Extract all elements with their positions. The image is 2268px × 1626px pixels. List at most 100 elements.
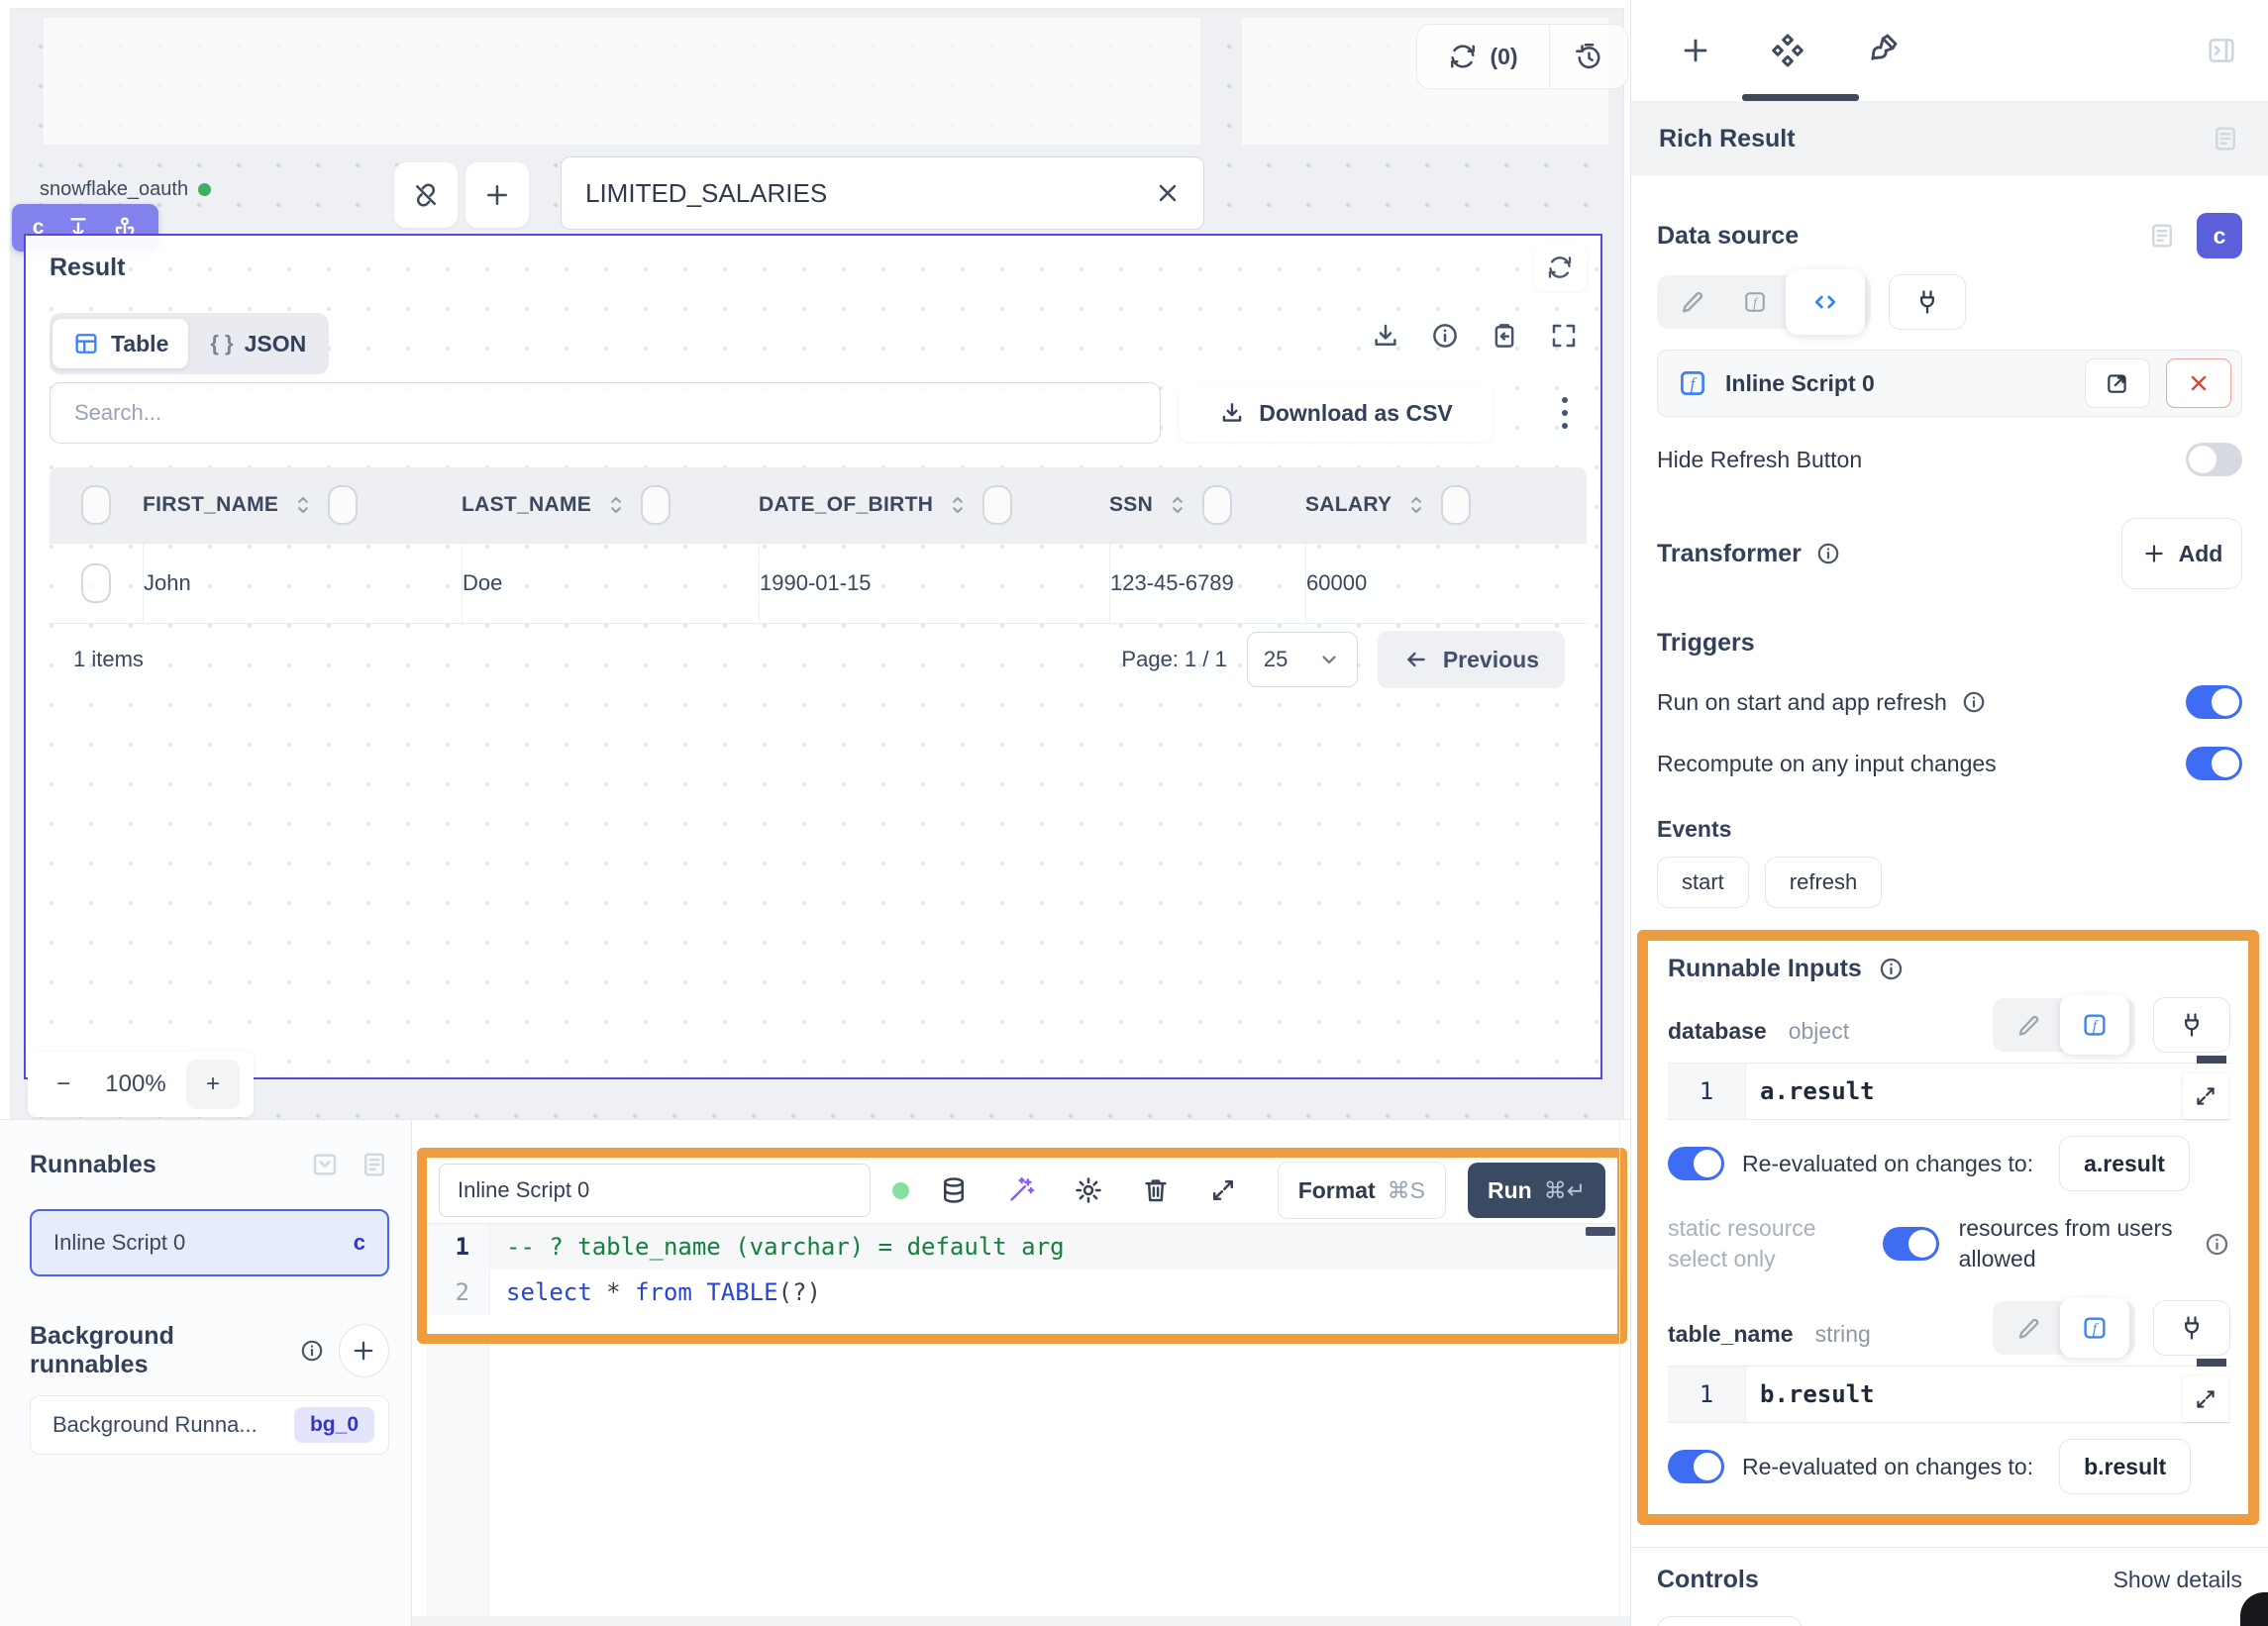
mode-function-button[interactable]: f bbox=[2060, 995, 2129, 1055]
column-checkbox[interactable] bbox=[328, 485, 358, 525]
run-button[interactable]: Run ⌘↵ bbox=[1468, 1163, 1605, 1218]
background-runnable-item[interactable]: Background Runna... bg_0 bbox=[30, 1395, 389, 1455]
rich-result-component[interactable]: Result Table { } JSON bbox=[24, 234, 1602, 1079]
mode-function-button[interactable]: f bbox=[2060, 1298, 2129, 1358]
resources-from-users-toggle[interactable] bbox=[1883, 1227, 1939, 1261]
show-details-link[interactable]: Show details bbox=[2113, 1567, 2242, 1593]
trash-icon[interactable] bbox=[1141, 1175, 1171, 1205]
code-line-2[interactable]: 2 select * from TABLE(?) bbox=[427, 1270, 1617, 1315]
code-line-1[interactable]: 1 -- ? table_name (varchar) = default ar… bbox=[427, 1224, 1617, 1270]
docs-icon[interactable] bbox=[2147, 221, 2177, 251]
collapse-runnables-icon[interactable] bbox=[310, 1150, 340, 1179]
sort-icon[interactable] bbox=[603, 492, 629, 518]
search-input[interactable] bbox=[72, 399, 1138, 427]
dependency-chip[interactable]: b.result bbox=[2059, 1439, 2191, 1494]
expand-expression-icon[interactable] bbox=[2183, 1073, 2228, 1119]
table-row[interactable]: John Doe 1990-01-15 123-45-6789 60000 bbox=[50, 543, 1587, 623]
clear-field-icon[interactable] bbox=[1154, 179, 1182, 207]
mode-static-button[interactable] bbox=[1999, 998, 2060, 1052]
add-component-tab[interactable] bbox=[1679, 34, 1712, 67]
column-checkbox[interactable] bbox=[1202, 485, 1232, 525]
runnables-doc-icon[interactable] bbox=[360, 1150, 389, 1179]
mode-static-button[interactable] bbox=[1663, 275, 1724, 329]
event-chip-refresh[interactable]: refresh bbox=[1765, 857, 1882, 908]
mode-static-button[interactable] bbox=[1999, 1301, 2060, 1355]
table-icon bbox=[72, 330, 100, 357]
tab-json[interactable]: { } JSON bbox=[190, 319, 326, 368]
zoom-in-button[interactable]: + bbox=[186, 1060, 240, 1109]
expand-expression-icon[interactable] bbox=[2183, 1376, 2228, 1422]
collapse-panel-icon[interactable] bbox=[2205, 34, 2238, 67]
runnable-inputs-title: Runnable Inputs bbox=[1668, 955, 1862, 983]
zoom-out-button[interactable]: − bbox=[42, 1070, 85, 1098]
connect-input-button[interactable] bbox=[2153, 997, 2230, 1053]
download-icon[interactable] bbox=[1371, 321, 1400, 351]
input-expression-editor[interactable]: 1 a.result bbox=[1668, 1063, 2230, 1120]
script-name-input[interactable] bbox=[456, 1176, 854, 1204]
recompute-toggle[interactable] bbox=[2186, 747, 2242, 780]
table-footer: 1 items Page: 1 / 1 25 bbox=[50, 623, 1587, 695]
connect-input-button[interactable] bbox=[2153, 1300, 2230, 1356]
runnables-title: Runnables bbox=[30, 1151, 310, 1179]
table-name-input[interactable] bbox=[583, 177, 1142, 210]
styles-tab[interactable] bbox=[1863, 33, 1899, 68]
open-script-button[interactable] bbox=[2085, 358, 2150, 408]
runnable-item-inline-script-0[interactable]: Inline Script 0 c bbox=[30, 1209, 389, 1276]
expand-editor-icon[interactable] bbox=[1208, 1175, 1238, 1205]
reevaluate-toggle[interactable] bbox=[1668, 1450, 1724, 1483]
refresh-runs-button[interactable]: (0) bbox=[1417, 25, 1549, 88]
download-csv-button[interactable]: Download as CSV bbox=[1179, 384, 1494, 442]
select-all-checkbox[interactable] bbox=[81, 485, 111, 525]
copy-result-icon[interactable] bbox=[1490, 321, 1519, 351]
svg-text:f: f bbox=[2093, 1019, 2099, 1035]
remove-source-button[interactable] bbox=[2166, 358, 2231, 408]
hide-refresh-toggle[interactable] bbox=[2186, 443, 2242, 476]
fullscreen-icon[interactable] bbox=[1549, 321, 1579, 351]
unlink-button[interactable] bbox=[394, 162, 458, 228]
page-size-value: 25 bbox=[1264, 647, 1288, 672]
sort-icon[interactable] bbox=[1403, 492, 1429, 518]
transformer-title: Transformer bbox=[1657, 540, 1802, 568]
mode-function-button[interactable]: f bbox=[1724, 275, 1786, 329]
placeholder-component-1[interactable] bbox=[44, 18, 1200, 145]
event-chip-start[interactable]: start bbox=[1657, 857, 1749, 908]
mode-code-button[interactable] bbox=[1786, 269, 1865, 335]
line-number: 2 bbox=[427, 1270, 490, 1315]
history-button[interactable] bbox=[1549, 25, 1627, 88]
component-ref-label: snowflake_oauth bbox=[40, 178, 211, 201]
column-checkbox[interactable] bbox=[641, 485, 670, 525]
database-icon[interactable] bbox=[939, 1175, 969, 1205]
add-field-button[interactable] bbox=[465, 162, 529, 228]
column-checkbox[interactable] bbox=[982, 485, 1012, 525]
previous-page-button[interactable]: Previous bbox=[1378, 631, 1565, 688]
sort-icon[interactable] bbox=[1165, 492, 1190, 518]
info-icon[interactable] bbox=[1430, 321, 1460, 351]
format-button[interactable]: Format ⌘S bbox=[1278, 1162, 1446, 1219]
docs-icon[interactable] bbox=[2211, 124, 2240, 153]
column-checkbox[interactable] bbox=[1441, 485, 1471, 525]
setvalue-chip[interactable]: setValue bbox=[1657, 1616, 1803, 1626]
tab-json-label: JSON bbox=[245, 331, 307, 357]
data-source-ref[interactable]: f Inline Script 0 bbox=[1657, 350, 2242, 417]
reevaluate-toggle[interactable] bbox=[1668, 1147, 1724, 1180]
cell-salary: 60000 bbox=[1305, 544, 1587, 623]
run-on-start-toggle[interactable] bbox=[2186, 685, 2242, 719]
editor-scrollbar-thumb[interactable] bbox=[1586, 1227, 1615, 1236]
gear-icon[interactable] bbox=[1074, 1175, 1103, 1205]
result-refresh-button[interactable] bbox=[1533, 244, 1587, 291]
table-header-row: FIRST_NAME LAST_NAME DATE_OF_BIRTH SSN S… bbox=[50, 467, 1587, 543]
tab-table[interactable]: Table bbox=[52, 319, 188, 368]
dependency-chip[interactable]: a.result bbox=[2059, 1136, 2190, 1191]
add-background-runnable-button[interactable] bbox=[339, 1324, 389, 1377]
components-tab[interactable] bbox=[1768, 31, 1807, 70]
sort-icon[interactable] bbox=[945, 492, 971, 518]
input-type: object bbox=[1789, 1018, 1849, 1044]
row-checkbox[interactable] bbox=[81, 563, 111, 603]
input-expression-editor[interactable]: 1 b.result bbox=[1668, 1366, 2230, 1423]
connect-source-button[interactable] bbox=[1889, 274, 1966, 330]
magic-wand-icon[interactable] bbox=[1006, 1175, 1036, 1205]
sort-icon[interactable] bbox=[290, 492, 316, 518]
page-size-select[interactable]: 25 bbox=[1247, 632, 1358, 687]
table-menu-button[interactable] bbox=[1545, 390, 1585, 436]
add-transformer-button[interactable]: Add bbox=[2121, 518, 2242, 589]
